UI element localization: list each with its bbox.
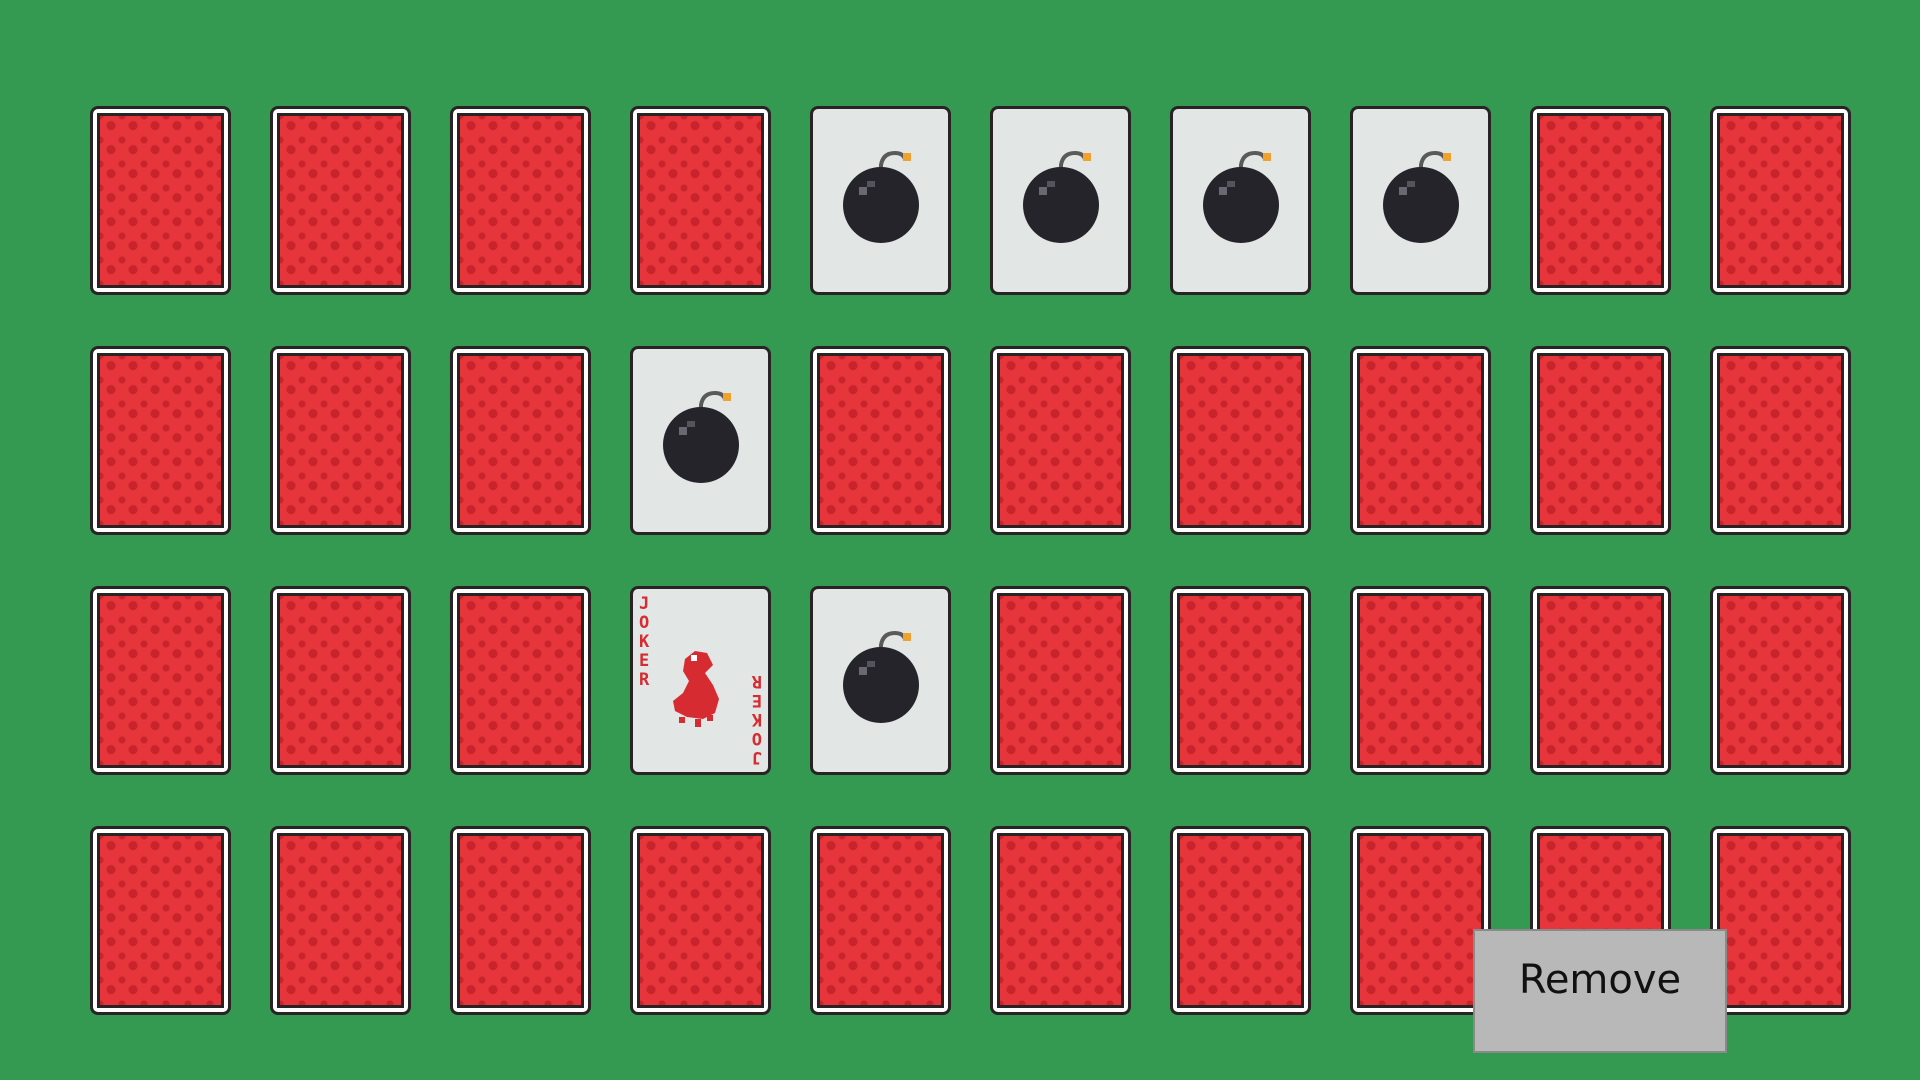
card-facedown[interactable] [90,106,231,295]
card-back-pattern [277,833,404,1008]
card-back-pattern [817,353,944,528]
card-facedown[interactable] [630,826,771,1015]
game-table: J O K E R JOKER Remove [0,0,1920,1080]
card-facedown[interactable] [270,106,411,295]
joker-card-art: J O K E R JOKER [639,594,762,767]
card-facedown[interactable] [450,346,591,535]
card-back-pattern [1537,593,1664,768]
joker-label-bottom: JOKER [751,671,762,767]
card-facedown[interactable] [270,346,411,535]
card-facedown[interactable] [1170,346,1311,535]
card-facedown[interactable] [1530,106,1671,295]
card-back-pattern [277,353,404,528]
card-facedown[interactable] [1710,586,1851,775]
card-back-pattern [1177,353,1304,528]
card-facedown[interactable] [450,106,591,295]
card-facedown[interactable] [630,106,771,295]
card-back-pattern [1177,593,1304,768]
card-facedown[interactable] [90,346,231,535]
card-facedown[interactable] [1530,586,1671,775]
remove-button[interactable]: Remove [1473,929,1727,1053]
bomb-icon [843,150,919,243]
card-back-pattern [97,353,224,528]
card-back-pattern [1717,113,1844,288]
card-back-pattern [97,593,224,768]
card-bomb[interactable] [1170,106,1311,295]
card-facedown[interactable] [1710,346,1851,535]
bomb-icon [1383,150,1459,243]
card-back-pattern [1357,593,1484,768]
card-back-pattern [457,593,584,768]
card-back-pattern [1717,593,1844,768]
bomb-icon [1203,150,1279,243]
card-bomb[interactable] [990,106,1131,295]
card-facedown[interactable] [90,826,231,1015]
card-back-pattern [1717,833,1844,1008]
card-facedown[interactable] [810,346,951,535]
card-back-pattern [997,593,1124,768]
card-back-pattern [1537,353,1664,528]
card-back-pattern [817,833,944,1008]
card-back-pattern [1357,353,1484,528]
card-facedown[interactable] [1710,106,1851,295]
bomb-icon [843,630,919,723]
card-facedown[interactable] [270,826,411,1015]
card-back-pattern [457,353,584,528]
card-grid: J O K E R JOKER [0,0,1920,1080]
card-back-pattern [277,593,404,768]
card-facedown[interactable] [450,586,591,775]
card-facedown[interactable] [810,826,951,1015]
card-back-pattern [637,833,764,1008]
card-back-pattern [1177,833,1304,1008]
card-facedown[interactable] [990,346,1131,535]
card-back-pattern [1357,833,1484,1008]
card-facedown[interactable] [1350,346,1491,535]
card-facedown[interactable] [450,826,591,1015]
card-facedown[interactable] [990,586,1131,775]
card-back-pattern [997,833,1124,1008]
card-facedown[interactable] [1170,586,1311,775]
card-back-pattern [457,833,584,1008]
card-facedown[interactable] [1350,826,1491,1015]
card-back-pattern [97,113,224,288]
joker-figure-icon [673,651,719,727]
card-back-pattern [277,113,404,288]
card-back-pattern [1537,113,1664,288]
card-facedown[interactable] [1350,586,1491,775]
card-bomb[interactable] [1350,106,1491,295]
joker-label-top: JOKER [639,594,650,690]
card-bomb[interactable] [810,586,951,775]
bomb-icon [663,390,739,483]
card-back-pattern [997,353,1124,528]
card-bomb[interactable] [630,346,771,535]
card-bomb[interactable] [810,106,951,295]
card-facedown[interactable] [1710,826,1851,1015]
card-joker[interactable]: J O K E R JOKER [630,586,771,775]
card-back-pattern [457,113,584,288]
card-back-pattern [1717,353,1844,528]
bomb-icon [1023,150,1099,243]
card-facedown[interactable] [270,586,411,775]
card-facedown[interactable] [1170,826,1311,1015]
card-back-pattern [637,113,764,288]
card-back-pattern [97,833,224,1008]
card-facedown[interactable] [990,826,1131,1015]
card-facedown[interactable] [1530,346,1671,535]
card-facedown[interactable] [90,586,231,775]
